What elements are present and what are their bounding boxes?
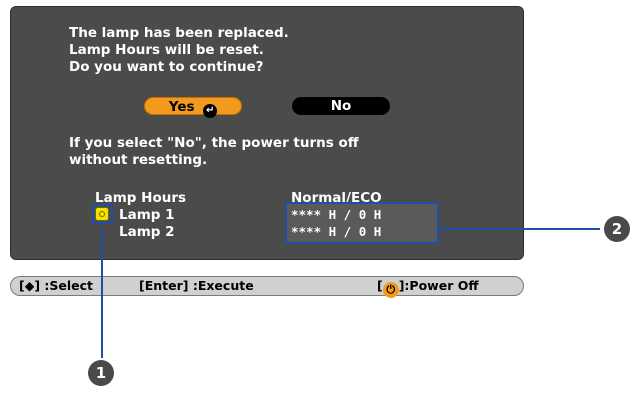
hint-power-suffix: ]:Power Off	[398, 278, 479, 293]
note-line-1: If you select "No", the power turns off	[69, 135, 359, 151]
message-line-2: Lamp Hours will be reset.	[69, 42, 264, 58]
no-label: No	[330, 98, 352, 114]
lamp-reset-dialog: The lamp has been replaced. Lamp Hours w…	[10, 6, 524, 260]
yes-button[interactable]: Yes ↵	[144, 97, 242, 118]
lamp-indicator-highlight	[92, 204, 113, 224]
hint-select: [◆] :Select	[19, 278, 94, 293]
callout-1-badge: 1	[88, 360, 114, 386]
yes-label: Yes	[168, 99, 195, 115]
power-icon: ⏻	[382, 282, 399, 298]
callout-2-badge: 2	[604, 216, 630, 242]
lamp-1-label: Lamp 1	[119, 207, 175, 223]
callout-2-leader-line	[438, 228, 600, 230]
no-button[interactable]: No	[292, 97, 390, 115]
hint-execute: [Enter] :Execute	[139, 278, 254, 293]
lamp-hours-highlight	[285, 202, 439, 244]
hint-bar: [◆] :Select [Enter] :Execute [⏻]:Power O…	[10, 276, 524, 298]
message-line-3: Do you want to continue?	[69, 59, 264, 75]
hint-power: [⏻]:Power Off	[377, 277, 478, 298]
hint-power-prefix: [	[377, 278, 383, 293]
lamp-2-label: Lamp 2	[119, 224, 175, 240]
callout-1-leader-line	[101, 228, 103, 358]
enter-icon: ↵	[203, 104, 218, 118]
message-line-1: The lamp has been replaced.	[69, 25, 289, 41]
note-line-2: without resetting.	[69, 152, 208, 168]
